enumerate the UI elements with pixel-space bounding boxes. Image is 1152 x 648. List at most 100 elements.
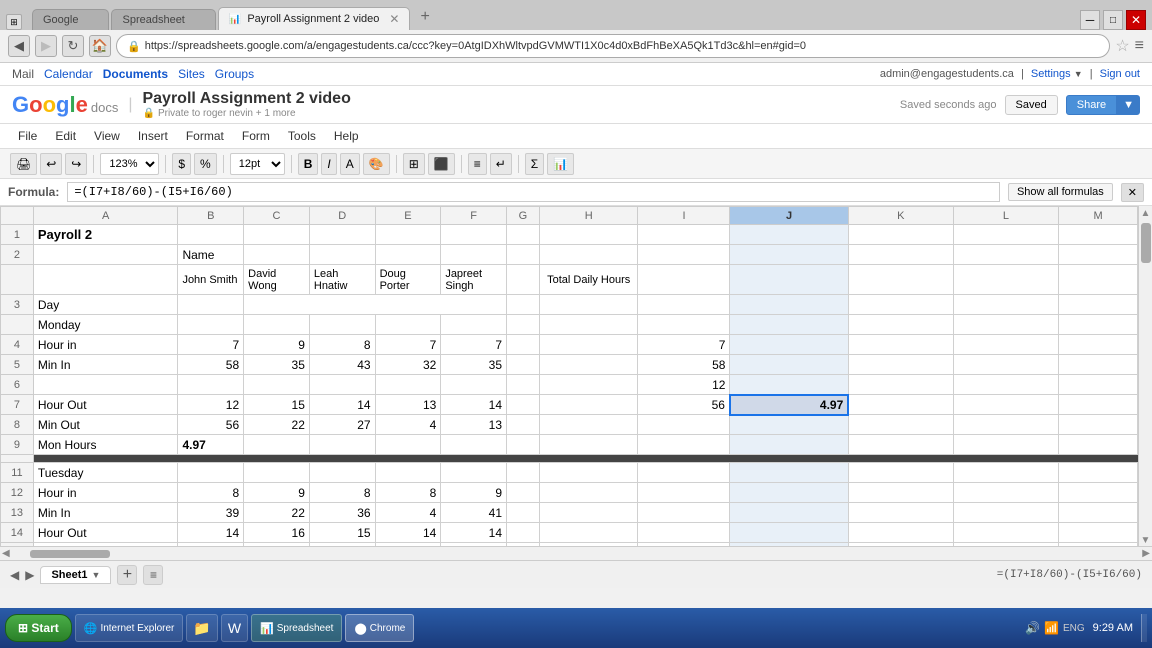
doc-title[interactable]: Payroll Assignment 2 video bbox=[142, 90, 350, 108]
add-sheet-btn[interactable]: + bbox=[117, 565, 137, 585]
cell-f2b[interactable]: Japreet Singh bbox=[441, 265, 507, 295]
col-header-k[interactable]: K bbox=[848, 207, 953, 225]
cell-i7[interactable]: 56 bbox=[638, 395, 730, 415]
cell-m9[interactable] bbox=[1059, 435, 1138, 455]
cell-c9[interactable] bbox=[244, 435, 310, 455]
cell-h12[interactable] bbox=[539, 483, 638, 503]
cell-j3[interactable] bbox=[730, 295, 848, 315]
redo-btn[interactable]: ↪ bbox=[65, 153, 87, 175]
cell-k9[interactable] bbox=[848, 435, 953, 455]
scroll-up-btn[interactable]: ▲ bbox=[1141, 208, 1151, 219]
font-size-select[interactable]: 12pt bbox=[230, 153, 285, 175]
cell-j9[interactable] bbox=[730, 435, 848, 455]
cell-f7[interactable]: 14 bbox=[441, 395, 507, 415]
print-btn[interactable]: 🖨 bbox=[10, 153, 37, 175]
nav-sites[interactable]: Sites bbox=[178, 67, 205, 81]
cell-l1[interactable] bbox=[953, 225, 1058, 245]
cell-b3[interactable] bbox=[178, 295, 244, 315]
refresh-btn[interactable]: ↻ bbox=[62, 35, 84, 57]
cell-m16[interactable] bbox=[1059, 543, 1138, 547]
cell-b6[interactable] bbox=[178, 375, 244, 395]
cell-j2[interactable] bbox=[730, 245, 848, 265]
cell-f5[interactable]: 35 bbox=[441, 355, 507, 375]
cell-k14[interactable] bbox=[848, 523, 953, 543]
cell-m2[interactable] bbox=[1059, 245, 1138, 265]
cell-c8[interactable]: 22 bbox=[244, 415, 310, 435]
cell-l16[interactable] bbox=[953, 543, 1058, 547]
cell-e2b[interactable]: Doug Porter bbox=[375, 265, 441, 295]
col-header-d[interactable]: D bbox=[309, 207, 375, 225]
cell-f11[interactable] bbox=[441, 463, 507, 483]
cell-g2[interactable] bbox=[507, 245, 540, 265]
cell-b13[interactable]: 39 bbox=[178, 503, 244, 523]
cell-m12[interactable] bbox=[1059, 483, 1138, 503]
cell-b2b[interactable]: John Smith bbox=[178, 265, 244, 295]
col-header-m[interactable]: M bbox=[1059, 207, 1138, 225]
tab-active[interactable]: 📊 Payroll Assignment 2 video ✕ bbox=[218, 7, 411, 30]
cell-l13[interactable] bbox=[953, 503, 1058, 523]
cell-f8[interactable]: 13 bbox=[441, 415, 507, 435]
cell-k4[interactable] bbox=[848, 335, 953, 355]
cell-h2b[interactable]: Total Daily Hours bbox=[539, 265, 638, 295]
cell-d8[interactable]: 27 bbox=[309, 415, 375, 435]
cell-e6[interactable] bbox=[375, 375, 441, 395]
cell-b2[interactable]: Name bbox=[178, 245, 244, 265]
cell-d13[interactable]: 36 bbox=[309, 503, 375, 523]
share-dropdown-btn[interactable]: ▼ bbox=[1117, 95, 1140, 115]
cell-i13[interactable] bbox=[638, 503, 730, 523]
col-header-j[interactable]: J bbox=[730, 207, 848, 225]
italic-btn[interactable]: I bbox=[321, 153, 336, 175]
cell-d16[interactable]: 17 bbox=[309, 543, 375, 547]
cell-d11[interactable] bbox=[309, 463, 375, 483]
col-header-f[interactable]: F bbox=[441, 207, 507, 225]
cell-l-mon[interactable] bbox=[953, 315, 1058, 335]
cell-k-mon[interactable] bbox=[848, 315, 953, 335]
nav-calendar[interactable]: Calendar bbox=[44, 67, 93, 81]
cell-c11[interactable] bbox=[244, 463, 310, 483]
cell-b16[interactable]: 12 bbox=[178, 543, 244, 547]
signout-link[interactable]: Sign out bbox=[1100, 68, 1140, 80]
cell-j2b[interactable] bbox=[730, 265, 848, 295]
taskbar-btn-ie[interactable]: 🌐 Internet Explorer bbox=[75, 614, 184, 642]
cell-a16[interactable]: Min Out bbox=[33, 543, 178, 547]
menu-form[interactable]: Form bbox=[234, 126, 278, 146]
taskbar-btn-app1[interactable]: W bbox=[221, 614, 248, 642]
col-header-b[interactable]: B bbox=[178, 207, 244, 225]
cell-a3[interactable]: Day bbox=[33, 295, 178, 315]
nav-documents[interactable]: Documents bbox=[103, 67, 168, 81]
col-header-c[interactable]: C bbox=[244, 207, 310, 225]
cell-k6[interactable] bbox=[848, 375, 953, 395]
cell-e8[interactable]: 4 bbox=[375, 415, 441, 435]
cell-c2[interactable] bbox=[244, 245, 310, 265]
formula-input[interactable] bbox=[67, 182, 1000, 202]
cell-e12[interactable]: 8 bbox=[375, 483, 441, 503]
cell-d-mon[interactable] bbox=[309, 315, 375, 335]
minimize-btn[interactable]: ─ bbox=[1080, 10, 1100, 30]
cell-c2b[interactable]: David Wong bbox=[244, 265, 310, 295]
cell-f2[interactable] bbox=[441, 245, 507, 265]
sum-btn[interactable]: Σ bbox=[525, 153, 544, 175]
taskbar-btn-excel[interactable]: 📊 Spreadsheet bbox=[251, 614, 342, 642]
cell-m7[interactable] bbox=[1059, 395, 1138, 415]
cell-j-mon[interactable] bbox=[730, 315, 848, 335]
settings-btn[interactable]: ≡ bbox=[1135, 37, 1144, 55]
cell-f12[interactable]: 9 bbox=[441, 483, 507, 503]
chart-btn[interactable]: 📊 bbox=[547, 153, 574, 175]
cell-g9[interactable] bbox=[507, 435, 540, 455]
cell-e1[interactable] bbox=[375, 225, 441, 245]
scrollbar-vertical[interactable]: ▲ ▼ bbox=[1138, 206, 1152, 546]
cell-i4[interactable]: 7 bbox=[638, 335, 730, 355]
cell-f16[interactable]: 42 bbox=[441, 543, 507, 547]
show-all-formulas-btn[interactable]: Show all formulas bbox=[1008, 183, 1113, 201]
cell-k12[interactable] bbox=[848, 483, 953, 503]
cell-e14[interactable]: 14 bbox=[375, 523, 441, 543]
cell-j16[interactable] bbox=[730, 543, 848, 547]
cell-a4[interactable]: Hour in bbox=[33, 335, 178, 355]
cell-i6[interactable]: 12 bbox=[638, 375, 730, 395]
cell-a5[interactable]: Min In bbox=[33, 355, 178, 375]
cell-j4[interactable] bbox=[730, 335, 848, 355]
cell-l11[interactable] bbox=[953, 463, 1058, 483]
cell-c4[interactable]: 9 bbox=[244, 335, 310, 355]
cell-d5[interactable]: 43 bbox=[309, 355, 375, 375]
merge-btn[interactable]: ⬛ bbox=[428, 153, 455, 175]
